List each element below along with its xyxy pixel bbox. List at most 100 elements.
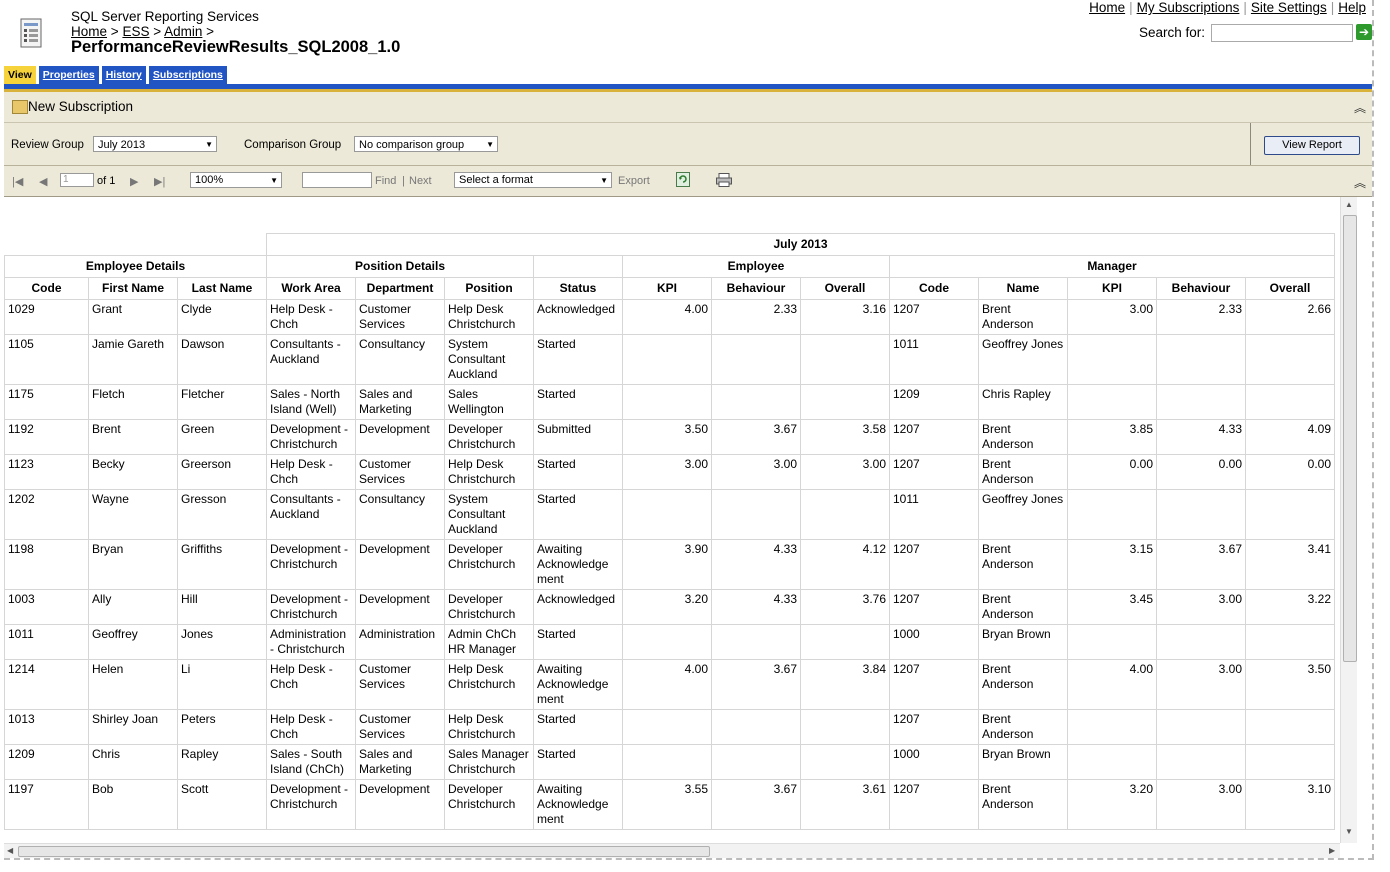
- table-row: 1192 Brent Green Development - Christchurch…: [4, 419, 1335, 455]
- table-row: 1029 Grant Clyde Help Desk - Chch Customer S…: [4, 299, 1335, 335]
- scroll-up-icon[interactable]: ▲: [1345, 200, 1353, 209]
- table-cell: Shirley Joan: [88, 709, 178, 745]
- table-cell: 1105: [4, 334, 89, 385]
- table-row: 1013 Shirley Joan Peters Help Desk - Chch Cu…: [4, 709, 1335, 745]
- table-cell: 1011: [889, 489, 979, 540]
- column-header: First Name: [88, 277, 178, 300]
- help-link[interactable]: Help: [1338, 0, 1366, 15]
- table-cell: Geoffrey Jones: [978, 334, 1068, 385]
- table-cell: 3.15: [1067, 539, 1157, 590]
- table-cell: Gresson: [177, 489, 267, 540]
- table-cell: [622, 709, 712, 745]
- table-row: 1202 Wayne Gresson Consultants - Auckland Co…: [4, 489, 1335, 540]
- column-header: Behaviour: [711, 277, 801, 300]
- table-cell: Chris: [88, 744, 178, 780]
- first-page-icon[interactable]: |◀: [12, 175, 23, 188]
- top-links: Home | My Subscriptions | Site Settings | Help: [1089, 0, 1366, 15]
- home-link[interactable]: Home: [1089, 0, 1125, 15]
- breadcrumb-sep: >: [206, 24, 215, 39]
- vertical-scroll-thumb[interactable]: [1343, 215, 1357, 662]
- table-row: 1123 Becky Greerson Help Desk - Chch Custome…: [4, 454, 1335, 490]
- search-go-icon[interactable]: ➔: [1356, 24, 1372, 40]
- employee-details-header: Employee Details: [4, 255, 267, 278]
- table-cell: Awaiting Acknowledge ment: [533, 659, 623, 710]
- period-header: July 2013: [266, 233, 1335, 256]
- table-cell: 3.85: [1067, 419, 1157, 455]
- export-format-select[interactable]: Select a format ▼: [454, 172, 612, 188]
- page-number-input[interactable]: 1: [60, 173, 94, 187]
- next-link[interactable]: Next: [409, 175, 432, 187]
- table-cell: [1156, 624, 1246, 660]
- export-link[interactable]: Export: [618, 175, 650, 187]
- tab-strip: View Properties History Subscriptions: [4, 66, 227, 84]
- tab-properties[interactable]: Properties: [38, 66, 99, 84]
- table-cell: Acknowledged: [533, 299, 623, 335]
- breadcrumb-home-link[interactable]: Home: [71, 24, 107, 39]
- last-page-icon[interactable]: ▶|: [154, 175, 165, 188]
- next-page-icon[interactable]: ▶: [130, 175, 138, 188]
- scroll-down-icon[interactable]: ▼: [1345, 827, 1353, 836]
- table-cell: Bob: [88, 779, 178, 830]
- refresh-icon[interactable]: [676, 172, 690, 187]
- tab-view[interactable]: View: [4, 66, 36, 84]
- comparison-group-select[interactable]: No comparison group ▼: [354, 136, 498, 152]
- zoom-select[interactable]: 100% ▼: [190, 172, 282, 188]
- table-cell: 1207: [889, 419, 979, 455]
- table-cell: Help Desk Christchurch: [444, 299, 534, 335]
- vertical-scrollbar[interactable]: ▲ ▼: [1340, 197, 1357, 843]
- table-cell: [1067, 709, 1157, 745]
- header-spacer: [4, 233, 267, 256]
- breadcrumb-ess-link[interactable]: ESS: [122, 24, 149, 39]
- table-cell: 1013: [4, 709, 89, 745]
- collapse-toolbar-chevron-icon[interactable]: ︽: [1354, 174, 1366, 191]
- report-toolbar: |◀ ◀ 1 of 1 ▶ ▶| 100% ▼ Find | Next Sele…: [4, 166, 1372, 197]
- table-cell: Development: [355, 589, 445, 625]
- link-separator: |: [1330, 0, 1335, 15]
- export-format-value: Select a format: [459, 174, 533, 186]
- scroll-right-icon[interactable]: ▶: [1329, 846, 1335, 855]
- scroll-left-icon[interactable]: ◀: [7, 846, 13, 855]
- link-separator: |: [1243, 0, 1247, 15]
- table-cell: Developer Christchurch: [444, 779, 534, 830]
- tab-history[interactable]: History: [101, 66, 146, 84]
- table-cell: Brent Anderson: [978, 299, 1068, 335]
- find-link[interactable]: Find: [375, 175, 396, 187]
- previous-page-icon[interactable]: ◀: [39, 175, 47, 188]
- new-subscription-link[interactable]: New Subscription: [28, 99, 133, 114]
- table-cell: 4.09: [1245, 419, 1335, 455]
- search-input[interactable]: [1211, 24, 1353, 42]
- table-cell: Bryan Brown: [978, 744, 1068, 780]
- tab-subscriptions[interactable]: Subscriptions: [148, 66, 227, 84]
- table-cell: Help Desk Christchurch: [444, 659, 534, 710]
- table-cell: Dawson: [177, 334, 267, 385]
- collapse-chevron-icon[interactable]: ︽: [1354, 99, 1366, 116]
- table-cell: [800, 709, 890, 745]
- find-input[interactable]: [302, 172, 372, 188]
- table-cell: Brent Anderson: [978, 589, 1068, 625]
- review-group-select[interactable]: July 2013 ▼: [93, 136, 217, 152]
- new-subscription-icon[interactable]: [12, 100, 28, 114]
- chevron-down-icon: ▼: [486, 140, 494, 149]
- horizontal-scrollbar[interactable]: ◀ ▶: [4, 843, 1340, 858]
- horizontal-scroll-thumb[interactable]: [18, 846, 710, 857]
- table-cell: Help Desk - Chch: [266, 299, 356, 335]
- site-settings-link[interactable]: Site Settings: [1251, 0, 1327, 15]
- table-cell: 3.00: [800, 454, 890, 490]
- table-cell: 3.76: [800, 589, 890, 625]
- print-icon[interactable]: [716, 173, 732, 187]
- table-cell: Administration: [355, 624, 445, 660]
- table-cell: 1207: [889, 709, 979, 745]
- table-cell: 3.41: [1245, 539, 1335, 590]
- column-header: Last Name: [177, 277, 267, 300]
- table-cell: Brent: [88, 419, 178, 455]
- breadcrumb-admin-link[interactable]: Admin: [164, 24, 202, 39]
- table-cell: 1207: [889, 299, 979, 335]
- my-subscriptions-link[interactable]: My Subscriptions: [1137, 0, 1240, 15]
- employee-scores-header: Employee: [622, 255, 890, 278]
- view-report-button[interactable]: View Report: [1264, 136, 1360, 155]
- table-cell: [622, 744, 712, 780]
- table-cell: [711, 624, 801, 660]
- table-cell: Consultants - Auckland: [266, 334, 356, 385]
- params-divider: [1250, 123, 1251, 165]
- table-cell: [1156, 744, 1246, 780]
